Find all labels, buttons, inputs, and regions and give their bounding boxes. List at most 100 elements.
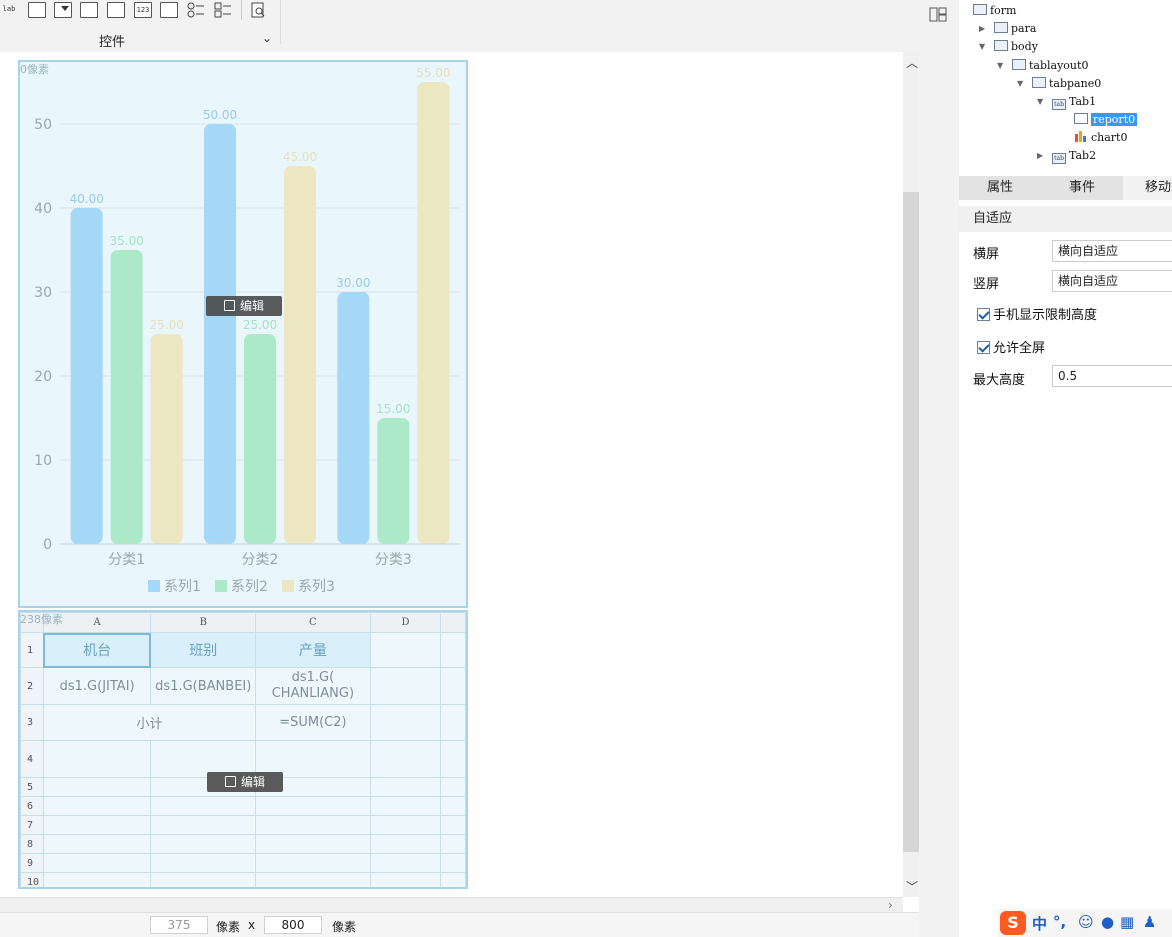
cell[interactable] [42, 872, 152, 887]
cell[interactable] [255, 834, 371, 854]
row-header-10[interactable]: 10 [20, 872, 44, 887]
tab-properties[interactable]: 属性 [959, 176, 1041, 200]
scrollbar-thumb[interactable] [903, 192, 919, 852]
cell[interactable] [42, 796, 152, 816]
tree-node-tablayout[interactable]: ▼ tablayout0 [997, 57, 1088, 74]
column-header-d[interactable]: D [369, 612, 442, 633]
allow-fullscreen-checkbox[interactable]: 允许全屏 [977, 337, 1045, 356]
collapse-icon[interactable]: ▼ [997, 57, 1003, 74]
cell[interactable] [369, 872, 442, 887]
lab-icon[interactable]: lab [0, 2, 18, 18]
vertical-scrollbar[interactable]: ︿ ﹀ [903, 52, 919, 897]
cell-e2[interactable] [440, 667, 466, 705]
cell[interactable] [42, 853, 152, 873]
row-header-5[interactable]: 5 [20, 777, 44, 797]
max-height-input[interactable]: 0.5 [1052, 365, 1172, 387]
cell[interactable] [369, 815, 442, 835]
cell[interactable] [150, 853, 257, 873]
portrait-select[interactable]: 横向自适应 [1052, 270, 1172, 292]
cell[interactable] [42, 815, 152, 835]
column-header-e[interactable] [440, 612, 466, 633]
ime-punct[interactable]: °, [1053, 913, 1066, 931]
cell[interactable] [440, 796, 466, 816]
tree-node-body[interactable]: ▼ body [979, 38, 1038, 55]
number-icon[interactable]: 123 [134, 2, 152, 18]
cell[interactable] [150, 872, 257, 887]
search-preview-icon[interactable] [250, 2, 268, 18]
tree-node-tab2[interactable]: ▶ tab Tab2 [1037, 147, 1096, 164]
list-icon[interactable] [160, 2, 178, 18]
chart-widget[interactable]: 0 10 20 30 40 50 40.00 35.00 25.00 分类1 50.00 25.00 4… [18, 60, 468, 608]
chevron-down-icon[interactable]: ⌄ [262, 31, 272, 45]
cell-a1[interactable]: 机台 [42, 632, 152, 668]
microphone-icon[interactable]: ● [1101, 913, 1114, 931]
expand-icon[interactable]: ▶ [979, 20, 985, 37]
cell[interactable] [440, 834, 466, 854]
collapse-icon[interactable]: ▼ [979, 38, 985, 55]
cell-a3[interactable]: 小计 [42, 704, 257, 741]
mobile-limit-height-checkbox[interactable]: 手机显示限制高度 [977, 304, 1097, 323]
landscape-select[interactable]: 横向自适应 [1052, 240, 1172, 262]
tree-node-chart[interactable]: chart0 [1074, 129, 1127, 146]
cell[interactable] [255, 853, 371, 873]
collapse-icon[interactable]: ▼ [1037, 93, 1043, 110]
cell[interactable] [369, 796, 442, 816]
cell-e3[interactable] [440, 704, 466, 741]
scroll-right-icon[interactable]: › [888, 898, 893, 912]
cell[interactable] [369, 853, 442, 873]
cell[interactable] [150, 815, 257, 835]
report-edit-button[interactable]: 编辑 [207, 772, 283, 792]
cell[interactable] [369, 834, 442, 854]
row-header-2[interactable]: 2 [20, 667, 44, 705]
height-input[interactable]: 800 [264, 916, 322, 934]
cell-c2[interactable]: ds1.G( CHANLIANG) [255, 667, 371, 705]
combobox-icon[interactable] [54, 2, 72, 18]
tree-node-form[interactable]: form [973, 2, 1016, 19]
cell[interactable] [42, 740, 152, 778]
report-widget[interactable]: A B C D 1 机台 班别 产量 2 ds1.G(JITAI) ds1.G(… [18, 610, 468, 889]
row-header-7[interactable]: 7 [20, 815, 44, 835]
cell[interactable] [150, 796, 257, 816]
checkbox-group-icon[interactable] [214, 2, 232, 18]
tree-node-tab1[interactable]: ▼ tab Tab1 [1037, 93, 1096, 110]
width-input[interactable]: 375 [150, 916, 208, 934]
row-header-6[interactable]: 6 [20, 796, 44, 816]
cell[interactable] [440, 777, 466, 797]
collapse-icon[interactable]: ▼ [1017, 75, 1023, 92]
cell-b1[interactable]: 班别 [150, 632, 257, 668]
emoji-icon[interactable]: ☺ [1078, 913, 1094, 931]
scroll-up-icon[interactable]: ︿ [906, 54, 918, 71]
cell-d3[interactable] [369, 704, 442, 741]
cell-c1[interactable]: 产量 [255, 632, 371, 668]
cell[interactable] [369, 777, 442, 797]
radio-group-icon[interactable] [187, 2, 205, 18]
scroll-down-icon[interactable]: ﹀ [906, 878, 918, 895]
cell[interactable] [440, 740, 466, 778]
cell-d2[interactable] [369, 667, 442, 705]
keyboard-icon[interactable]: ▦ [1120, 913, 1134, 931]
column-header-c[interactable]: C [255, 612, 371, 633]
cell[interactable] [255, 872, 371, 887]
row-header-3[interactable]: 3 [20, 704, 44, 741]
cell-c3[interactable]: =SUM(C2) [255, 704, 371, 741]
cell[interactable] [440, 853, 466, 873]
cell-b2[interactable]: ds1.G(BANBEI) [150, 667, 257, 705]
calendar-icon[interactable] [107, 2, 125, 18]
expand-icon[interactable]: ▶ [1037, 147, 1043, 164]
layout-toggle-icon[interactable] [929, 7, 947, 22]
row-header-1[interactable]: 1 [20, 632, 44, 668]
cell-e1[interactable] [440, 632, 466, 668]
date-icon[interactable] [80, 2, 98, 18]
cell[interactable] [369, 740, 442, 778]
cell[interactable] [255, 796, 371, 816]
column-header-b[interactable]: B [150, 612, 257, 633]
tree-node-para[interactable]: ▶ para [979, 20, 1036, 37]
cell-d1[interactable] [369, 632, 442, 668]
tab-events[interactable]: 事件 [1041, 176, 1123, 200]
cell-a2[interactable]: ds1.G(JITAI) [42, 667, 152, 705]
cell[interactable] [42, 834, 152, 854]
chart-edit-button[interactable]: 编辑 [206, 296, 282, 316]
row-header-4[interactable]: 4 [20, 740, 44, 778]
cell[interactable] [42, 777, 152, 797]
ime-logo-icon[interactable]: S [1000, 911, 1026, 935]
